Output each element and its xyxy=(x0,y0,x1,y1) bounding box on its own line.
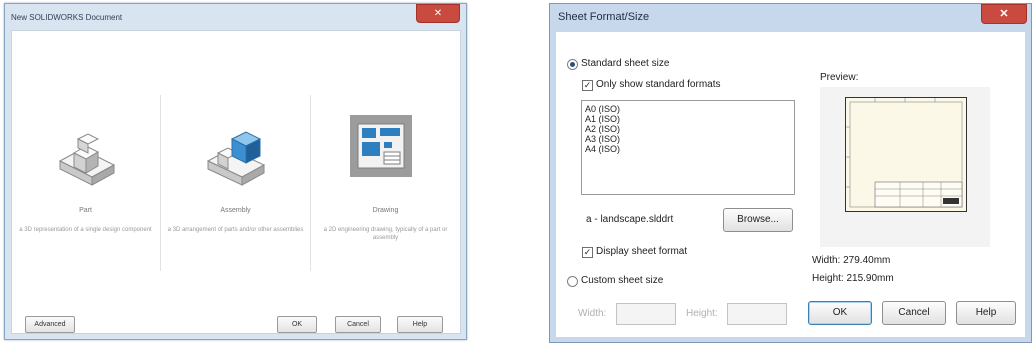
template-description: a 3D representation of a single design c… xyxy=(19,227,152,233)
height-readout: Height: 215.90mm xyxy=(812,273,894,284)
part-icon xyxy=(58,133,116,186)
width-readout: Width: 279.40mm xyxy=(812,255,891,266)
template-part[interactable]: Part a 3D representation of a single des… xyxy=(12,41,159,261)
standard-size-radio[interactable] xyxy=(567,59,578,70)
dialog-content: Part a 3D representation of a single des… xyxy=(11,30,461,334)
list-item[interactable]: A2 (ISO) xyxy=(582,124,794,134)
custom-size-label: Custom sheet size xyxy=(581,275,664,286)
only-standard-label: Only show standard formats xyxy=(596,79,721,90)
list-item[interactable]: A1 (ISO) xyxy=(582,114,794,124)
standard-size-label: Standard sheet size xyxy=(581,58,670,69)
only-standard-checkbox[interactable]: ✓ xyxy=(582,80,593,91)
new-document-dialog: New SOLIDWORKS Document ✕ Part a 3D repr… xyxy=(4,3,467,340)
template-assembly[interactable]: Assembly a 3D arrangement of parts and/o… xyxy=(162,41,309,261)
divider xyxy=(160,95,161,271)
list-item[interactable]: A4 (ISO) xyxy=(582,144,794,154)
dialog-title: Sheet Format/Size xyxy=(558,11,650,23)
height-input[interactable] xyxy=(727,303,787,325)
cancel-button[interactable]: Cancel xyxy=(882,301,946,325)
width-label: Width: xyxy=(578,308,607,319)
template-drawing[interactable]: Drawing a 2D engineering drawing, typica… xyxy=(312,41,459,261)
custom-size-radio[interactable] xyxy=(567,276,578,287)
width-input[interactable] xyxy=(616,303,676,325)
help-button[interactable]: Help xyxy=(397,316,443,333)
list-item[interactable]: A0 (ISO) xyxy=(582,104,794,114)
ok-button[interactable]: OK xyxy=(277,316,317,333)
dialog-title: New SOLIDWORKS Document xyxy=(11,13,123,22)
template-description: a 3D arrangement of parts and/or other a… xyxy=(167,227,304,233)
list-item[interactable]: A3 (ISO) xyxy=(582,134,794,144)
preview-pane xyxy=(820,87,990,247)
sheet-size-list[interactable]: A0 (ISO) A1 (ISO) A2 (ISO) A3 (ISO) A4 (… xyxy=(581,100,795,195)
cancel-button[interactable]: Cancel xyxy=(335,316,381,333)
dialog-content: Standard sheet size ✓ Only show standard… xyxy=(556,32,1025,337)
template-description: a 2D engineering drawing, typically of a… xyxy=(323,227,448,241)
advanced-button[interactable]: Advanced xyxy=(25,316,75,333)
close-button[interactable]: ✕ xyxy=(981,4,1027,24)
browse-button[interactable]: Browse... xyxy=(723,208,793,232)
divider xyxy=(310,95,311,271)
drawing-icon xyxy=(350,115,412,177)
help-button[interactable]: Help xyxy=(956,301,1016,325)
close-button[interactable]: ✕ xyxy=(416,4,460,23)
ok-button[interactable]: OK xyxy=(808,301,872,325)
sheet-preview-icon xyxy=(845,97,967,212)
assembly-icon xyxy=(206,131,266,186)
template-name: Drawing xyxy=(372,207,399,214)
template-name: Assembly xyxy=(220,207,251,214)
template-name: Part xyxy=(79,207,92,214)
height-label: Height: xyxy=(686,308,718,319)
display-format-checkbox[interactable]: ✓ xyxy=(582,247,593,258)
preview-label: Preview: xyxy=(820,72,859,83)
display-format-label: Display sheet format xyxy=(596,246,688,257)
sheet-format-dialog: Sheet Format/Size ✕ Standard sheet size … xyxy=(549,3,1032,343)
format-file-name: a - landscape.slddrt xyxy=(586,214,674,225)
